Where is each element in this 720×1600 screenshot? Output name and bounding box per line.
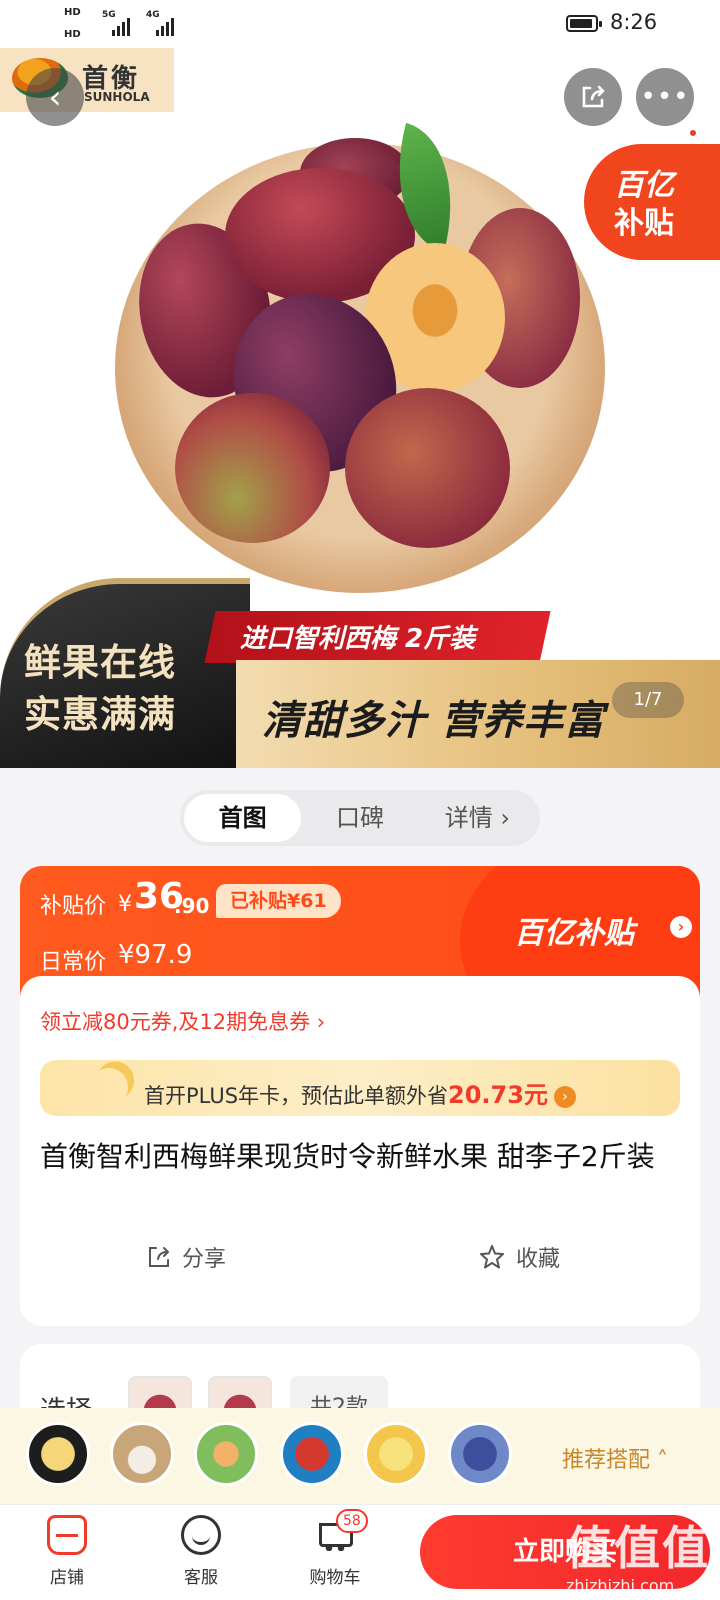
recommended-item[interactable] — [110, 1422, 174, 1486]
chevron-left-icon: ‹ — [48, 78, 62, 116]
plum-fruit — [345, 388, 510, 548]
product-image-carousel[interactable]: 首衡 SUNHOLA ‹ ••• 百亿 补贴 鲜果在线 实惠满满 进口智利西梅 … — [0, 48, 720, 768]
status-bar: HD HD 5G 4G 8:26 — [0, 0, 720, 48]
share-button[interactable] — [564, 68, 622, 126]
more-dots-icon: ••• — [640, 82, 690, 112]
tab-main-image[interactable]: 首图 — [184, 794, 302, 842]
price-decimal: .90 — [174, 894, 210, 918]
service-label: 客服 — [184, 1568, 218, 1588]
back-button[interactable]: ‹ — [26, 68, 84, 126]
share-action[interactable]: 分享 — [146, 1241, 226, 1273]
chevron-right-icon: › — [553, 1086, 576, 1108]
store-icon — [47, 1515, 87, 1555]
promo-line1: 鲜果在线 — [24, 641, 176, 684]
plus-savings-amount: 20.73元 — [448, 1081, 548, 1109]
plus-text: 首开PLUS年卡，预估此单额外省20.73元 › — [144, 1075, 576, 1110]
moon-icon — [85, 1063, 134, 1112]
store-button[interactable]: 店铺 — [22, 1515, 112, 1588]
product-title: 首衡智利西梅鲜果现货时令新鲜水果 甜李子2斤装 — [40, 1140, 655, 1173]
recommendation-strip: 推荐搭配 ˄ — [0, 1408, 720, 1504]
saved-badge: 已补贴¥61 — [216, 884, 341, 918]
watermark: 值值值 — [566, 1521, 710, 1575]
watermark-url: zhizhizhi.com — [566, 1576, 675, 1595]
price-card: 补贴价 ¥ 36 .90 已补贴¥61 日常价 ¥97.9 百亿补贴 › 领立减… — [20, 866, 700, 1326]
recommended-item[interactable] — [194, 1422, 258, 1486]
star-icon — [480, 1245, 504, 1269]
subsidy-badge-line2: 补贴 — [614, 206, 674, 241]
chevron-right-icon[interactable]: › — [670, 916, 692, 938]
share-icon — [582, 85, 605, 108]
customer-service-button[interactable]: 客服 — [156, 1515, 246, 1588]
cart-count-badge: 58 — [336, 1509, 368, 1533]
promo-line2: 实惠满满 — [24, 693, 176, 736]
subsidy-price-label: 补贴价 — [40, 894, 107, 919]
more-button[interactable]: ••• — [636, 68, 694, 126]
tab-reviews[interactable]: 口碑 — [301, 794, 418, 842]
favorite-action[interactable]: 收藏 — [478, 1241, 560, 1273]
recommended-item[interactable] — [448, 1422, 512, 1486]
signal-icon — [112, 18, 130, 36]
regular-price-label: 日常价 — [40, 950, 107, 975]
hd-indicator: HD — [64, 29, 81, 40]
subsidy-badge: 百亿 补贴 — [584, 144, 720, 260]
detail-tabs: 首图 口碑 详情 › — [180, 790, 540, 846]
image-counter: 1/7 — [612, 682, 684, 718]
signal-icon — [156, 18, 174, 36]
store-label: 店铺 — [50, 1568, 84, 1588]
plum-fruit — [175, 393, 330, 543]
promo-banner-red-text: 进口智利西梅 2斤装 — [240, 624, 476, 654]
product-info: 领立减80元券,及12期免息券 › 首开PLUS年卡，预估此单额外省20.73元… — [20, 976, 700, 1326]
recommended-item[interactable] — [280, 1422, 344, 1486]
coupon-link[interactable]: 领立减80元券,及12期免息券 › — [40, 1006, 325, 1036]
recommend-toggle[interactable]: 推荐搭配 ˄ — [562, 1442, 668, 1474]
promo-banner-left: 鲜果在线 实惠满满 — [0, 578, 250, 768]
hd-indicator: HD — [64, 7, 81, 18]
smile-chat-icon — [181, 1515, 221, 1555]
currency-symbol: ¥ — [118, 892, 132, 917]
favorite-label: 收藏 — [516, 1247, 561, 1272]
share-label: 分享 — [182, 1247, 227, 1272]
recommended-item[interactable] — [364, 1422, 428, 1486]
notification-dot — [688, 128, 698, 138]
plus-membership-banner[interactable]: 首开PLUS年卡，预估此单额外省20.73元 › — [40, 1060, 680, 1116]
cart-label: 购物车 — [309, 1568, 361, 1588]
battery-icon — [566, 15, 602, 32]
plus-description: 首开PLUS年卡，预估此单额外省 — [144, 1084, 449, 1108]
promo-banner-gold-text: 清甜多汁 营养丰富 — [262, 698, 605, 744]
subsidy-program-link[interactable]: 百亿补贴 — [514, 908, 634, 952]
tab-details[interactable]: 详情 › — [419, 794, 536, 842]
logo-subtext: SUNHOLA — [84, 90, 150, 104]
regular-price: ¥97.9 — [118, 940, 193, 970]
recommended-item[interactable] — [26, 1422, 90, 1486]
clock: 8:26 — [610, 10, 658, 34]
share-icon — [149, 1247, 169, 1267]
